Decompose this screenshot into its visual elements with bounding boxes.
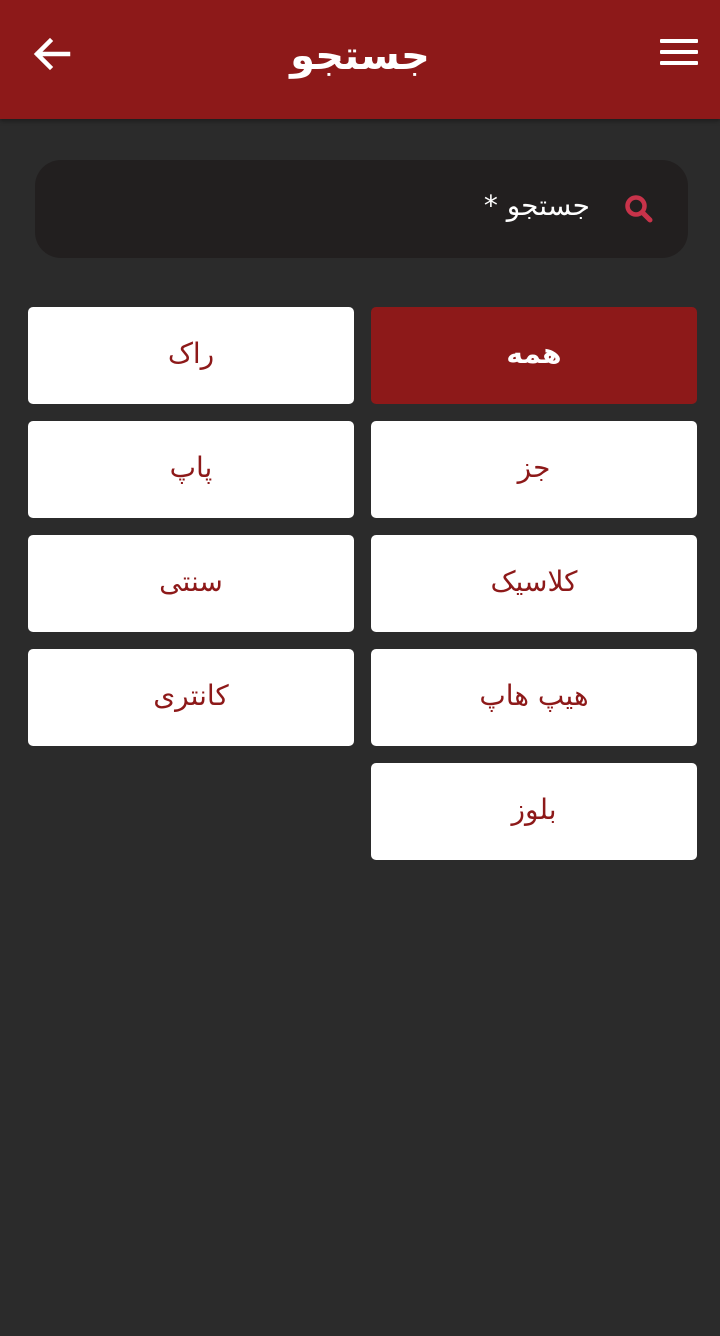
hamburger-menu-icon (660, 39, 698, 43)
arrow-left-icon (33, 37, 71, 71)
genre-grid: همه راک جز پاپ کلاسیک سنتی هیپ هاپ کانتر… (27, 307, 697, 860)
search-icon (624, 194, 654, 224)
genre-chip-blues[interactable]: بلوز (371, 763, 697, 860)
search-placeholder: جستجو * (483, 188, 590, 222)
page-title: جستجو (290, 33, 430, 79)
genre-chip-all[interactable]: همه (371, 307, 697, 404)
genre-chip-jazz[interactable]: جز (371, 421, 697, 518)
genre-chip-classic[interactable]: کلاسیک (371, 535, 697, 632)
genre-chip-rock[interactable]: راک (28, 307, 354, 404)
app-bar: جستجو (0, 0, 720, 119)
genre-chip-country[interactable]: کانتری (28, 649, 354, 746)
genre-chip-pop[interactable]: پاپ (28, 421, 354, 518)
back-button[interactable] (28, 30, 76, 78)
genre-chip-hiphop[interactable]: هیپ هاپ (371, 649, 697, 746)
search-input[interactable]: جستجو * (35, 160, 688, 258)
genre-chip-traditional[interactable]: سنتی (28, 535, 354, 632)
menu-button[interactable] (660, 32, 700, 72)
